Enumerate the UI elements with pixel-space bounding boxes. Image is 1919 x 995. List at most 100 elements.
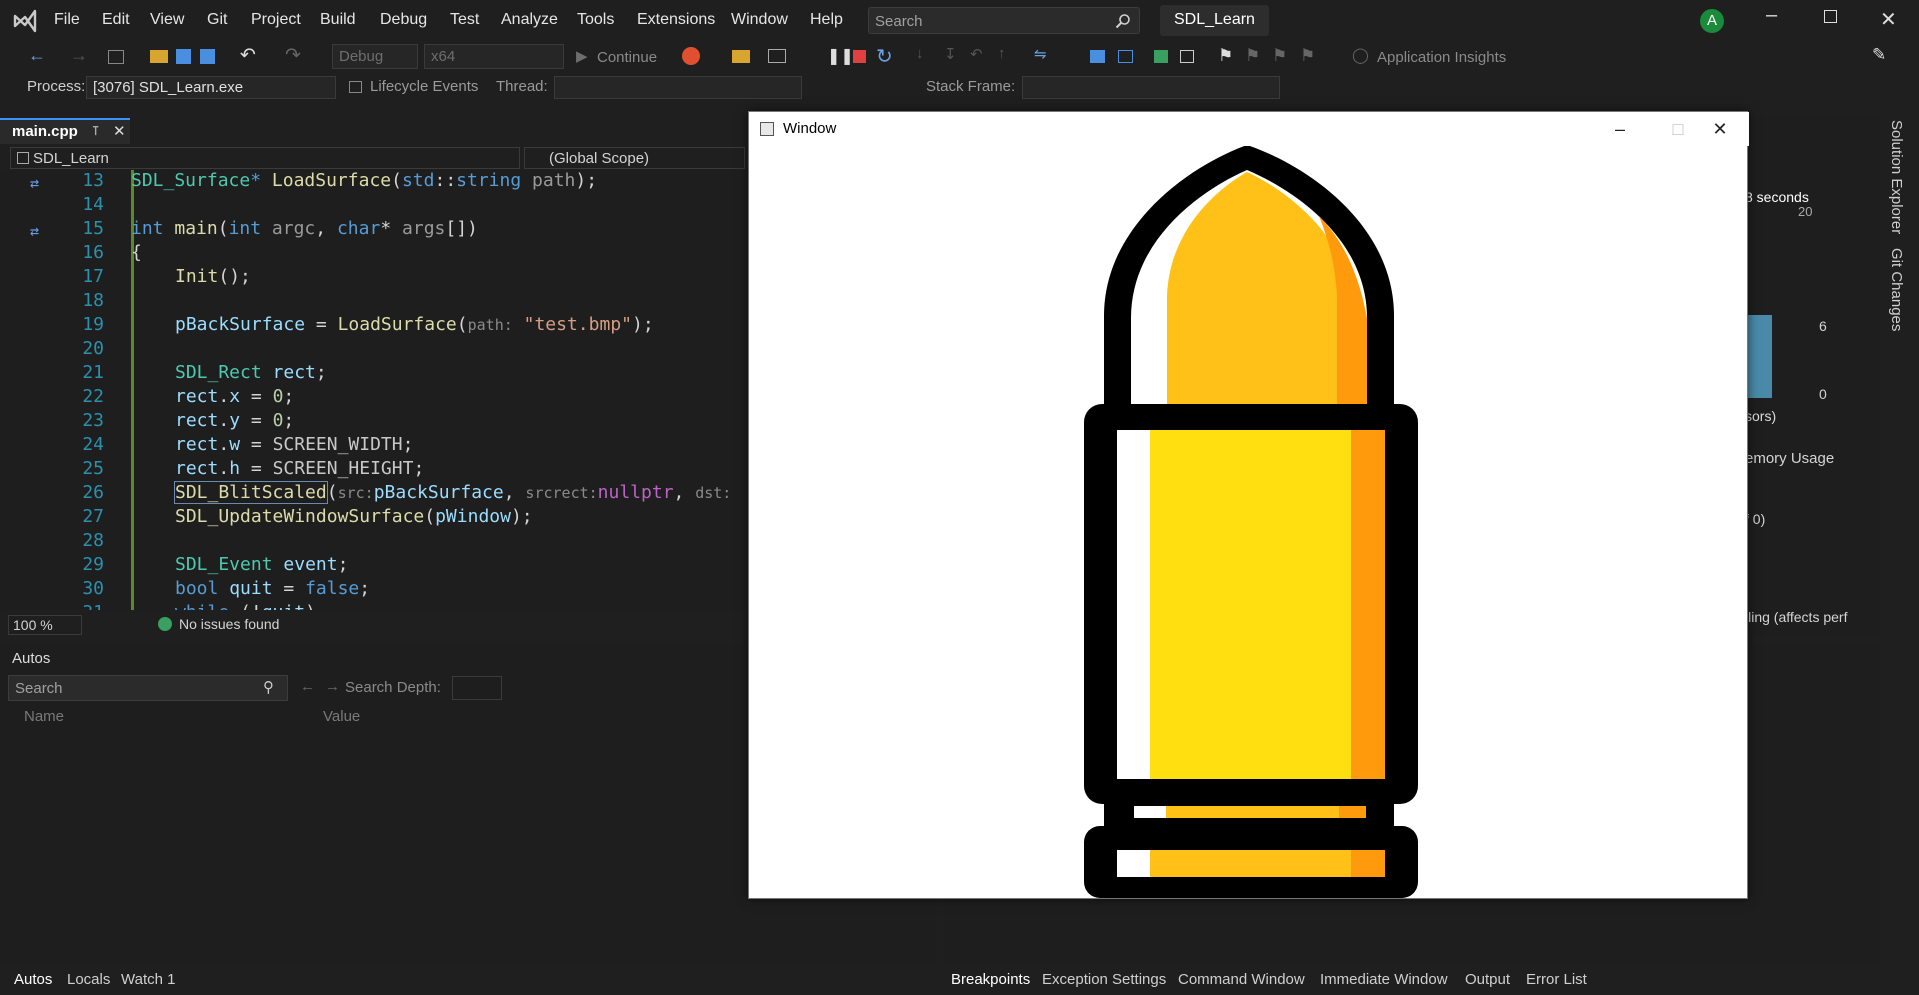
feedback-icon[interactable]: ✎ xyxy=(1872,45,1886,65)
tab-autos[interactable]: Autos xyxy=(14,971,52,988)
column-value[interactable]: Value xyxy=(323,708,360,725)
code-line: bool quit = false; xyxy=(175,578,371,599)
close-tab-icon[interactable]: ✕ xyxy=(113,122,126,140)
menu-window[interactable]: Window xyxy=(731,11,788,29)
tab-immediate-window[interactable]: Immediate Window xyxy=(1320,971,1448,988)
menu-build[interactable]: Build xyxy=(320,11,356,29)
process-select[interactable]: [3076] SDL_Learn.exe xyxy=(86,76,336,99)
menu-git[interactable]: Git xyxy=(207,11,227,29)
tab-git-changes[interactable]: Git Changes xyxy=(1888,248,1905,331)
pin-icon[interactable]: ⊺ xyxy=(92,123,99,139)
search-icon[interactable]: ⚲ xyxy=(263,678,274,696)
uncomment-icon[interactable] xyxy=(1180,50,1194,63)
break-all-icon[interactable]: ❚❚ xyxy=(827,46,854,66)
sdl-minimize-icon[interactable]: – xyxy=(1591,112,1649,146)
continue-play-icon[interactable]: ▶ xyxy=(576,47,588,65)
tab-solution-explorer[interactable]: Solution Explorer xyxy=(1888,120,1905,234)
issues-status[interactable]: No issues found xyxy=(179,616,279,632)
search-depth-select[interactable] xyxy=(452,676,502,700)
standard-toolbar: ← → ↶ ↷ Debug x64 ▶ Continue ❚❚ ↻ ↓ ↧ ↶ … xyxy=(0,42,1919,72)
search-icon xyxy=(1115,14,1130,29)
menu-edit[interactable]: Edit xyxy=(102,11,130,29)
restore-icon[interactable] xyxy=(1824,10,1837,23)
user-avatar[interactable]: A xyxy=(1700,9,1724,33)
search-input[interactable]: Search xyxy=(868,7,1140,34)
process-label: Process: xyxy=(27,78,86,95)
minimize-icon[interactable]: – xyxy=(1766,4,1777,27)
sdl-window[interactable]: Window – □ ✕ xyxy=(748,111,1749,899)
menu-file[interactable]: File xyxy=(54,11,80,29)
project-select[interactable]: SDL_Learn xyxy=(10,147,520,169)
close-icon[interactable]: ✕ xyxy=(1880,7,1897,32)
scope-select[interactable]: (Global Scope) xyxy=(524,147,745,169)
autos-search-input[interactable]: Search ⚲ xyxy=(8,675,288,701)
undo-icon[interactable]: ↶ xyxy=(240,44,256,67)
restart-icon[interactable]: ↻ xyxy=(876,44,893,69)
show-threads-icon[interactable]: ⇋ xyxy=(1034,45,1047,63)
memory-usage-tab[interactable]: emory Usage xyxy=(1745,450,1834,467)
zoom-select[interactable]: 100 % xyxy=(8,615,82,635)
code-line: SDL_Event event; xyxy=(175,554,349,575)
navigate-forward-icon[interactable]: → xyxy=(70,45,88,66)
tab-locals[interactable]: Locals xyxy=(67,971,110,988)
tab-watch-1[interactable]: Watch 1 xyxy=(121,971,175,988)
tab-main-cpp[interactable]: main.cpp ⊺ ✕ xyxy=(0,118,130,144)
step-back-icon[interactable]: ↶ xyxy=(970,45,983,63)
comment-icon[interactable] xyxy=(1154,50,1168,63)
search-forward-icon[interactable]: → xyxy=(325,678,340,695)
process-icon[interactable] xyxy=(732,50,750,63)
visual-studio-logo-icon xyxy=(13,9,37,33)
menu-analyze[interactable]: Analyze xyxy=(501,11,558,29)
hot-reload-icon[interactable] xyxy=(682,47,700,65)
code-editor[interactable]: ⇄ ⇄ 13 14 15 16 17 18 19 20 21 22 23 24 … xyxy=(0,170,745,610)
bookmark-icon[interactable]: ⚑ xyxy=(1218,46,1233,66)
next-bookmark-icon[interactable]: ⚑ xyxy=(1272,46,1287,66)
step-into-icon[interactable]: ↓ xyxy=(916,45,924,62)
app-insights-button[interactable]: Application Insights xyxy=(1377,49,1506,66)
tab-error-list[interactable]: Error List xyxy=(1526,971,1587,988)
menu-project[interactable]: Project xyxy=(251,11,301,29)
menu-debug[interactable]: Debug xyxy=(380,11,427,29)
menu-tools[interactable]: Tools xyxy=(577,11,614,29)
menu-view[interactable]: View xyxy=(150,11,184,29)
sdl-window-titlebar[interactable]: Window – □ ✕ xyxy=(749,112,1749,146)
tab-breakpoints[interactable]: Breakpoints xyxy=(951,971,1030,988)
layout-icon[interactable] xyxy=(768,49,786,63)
continue-button[interactable]: Continue xyxy=(597,49,657,66)
app-insights-icon[interactable]: ◯ xyxy=(1352,46,1369,64)
tab-command-window[interactable]: Command Window xyxy=(1178,971,1305,988)
stack-frame-select[interactable] xyxy=(1022,76,1280,99)
save-all-icon[interactable] xyxy=(200,49,215,64)
autos-title: Autos xyxy=(12,650,51,667)
search-back-icon[interactable]: ← xyxy=(300,678,315,695)
thread-select[interactable] xyxy=(554,76,802,99)
code-line: rect.w = SCREEN_WIDTH; xyxy=(175,434,414,455)
clear-bookmarks-icon[interactable]: ⚑ xyxy=(1300,46,1315,66)
bullet-image xyxy=(1084,146,1418,898)
new-project-icon[interactable] xyxy=(108,50,124,64)
line-number: 25 xyxy=(82,458,104,479)
menu-help[interactable]: Help xyxy=(810,11,843,29)
step-over-icon[interactable]: ↧ xyxy=(944,45,957,63)
platform-select[interactable]: x64 xyxy=(424,44,564,69)
line-number: 27 xyxy=(82,506,104,527)
tab-output[interactable]: Output xyxy=(1465,971,1510,988)
menu-extensions[interactable]: Extensions xyxy=(637,11,715,29)
redo-icon[interactable]: ↷ xyxy=(285,44,301,67)
tab-exception-settings[interactable]: Exception Settings xyxy=(1042,971,1166,988)
column-name[interactable]: Name xyxy=(24,708,64,725)
prev-bookmark-icon[interactable]: ⚑ xyxy=(1245,46,1260,66)
toolbar-tool-icon-2[interactable] xyxy=(1118,50,1133,63)
open-folder-icon[interactable] xyxy=(150,50,168,63)
configuration-select[interactable]: Debug xyxy=(332,44,418,69)
toolbar-tool-icon[interactable] xyxy=(1090,50,1105,63)
save-icon[interactable] xyxy=(176,49,191,64)
navigate-back-icon[interactable]: ← xyxy=(28,45,46,66)
line-number: 28 xyxy=(82,530,104,551)
step-out-icon[interactable]: ↑ xyxy=(998,45,1006,62)
stop-debugging-icon[interactable] xyxy=(853,50,866,63)
menu-test[interactable]: Test xyxy=(450,11,479,29)
sdl-close-icon[interactable]: ✕ xyxy=(1691,112,1749,146)
lifecycle-events-button[interactable]: Lifecycle Events xyxy=(370,78,478,95)
line-number: 31 xyxy=(60,602,104,610)
